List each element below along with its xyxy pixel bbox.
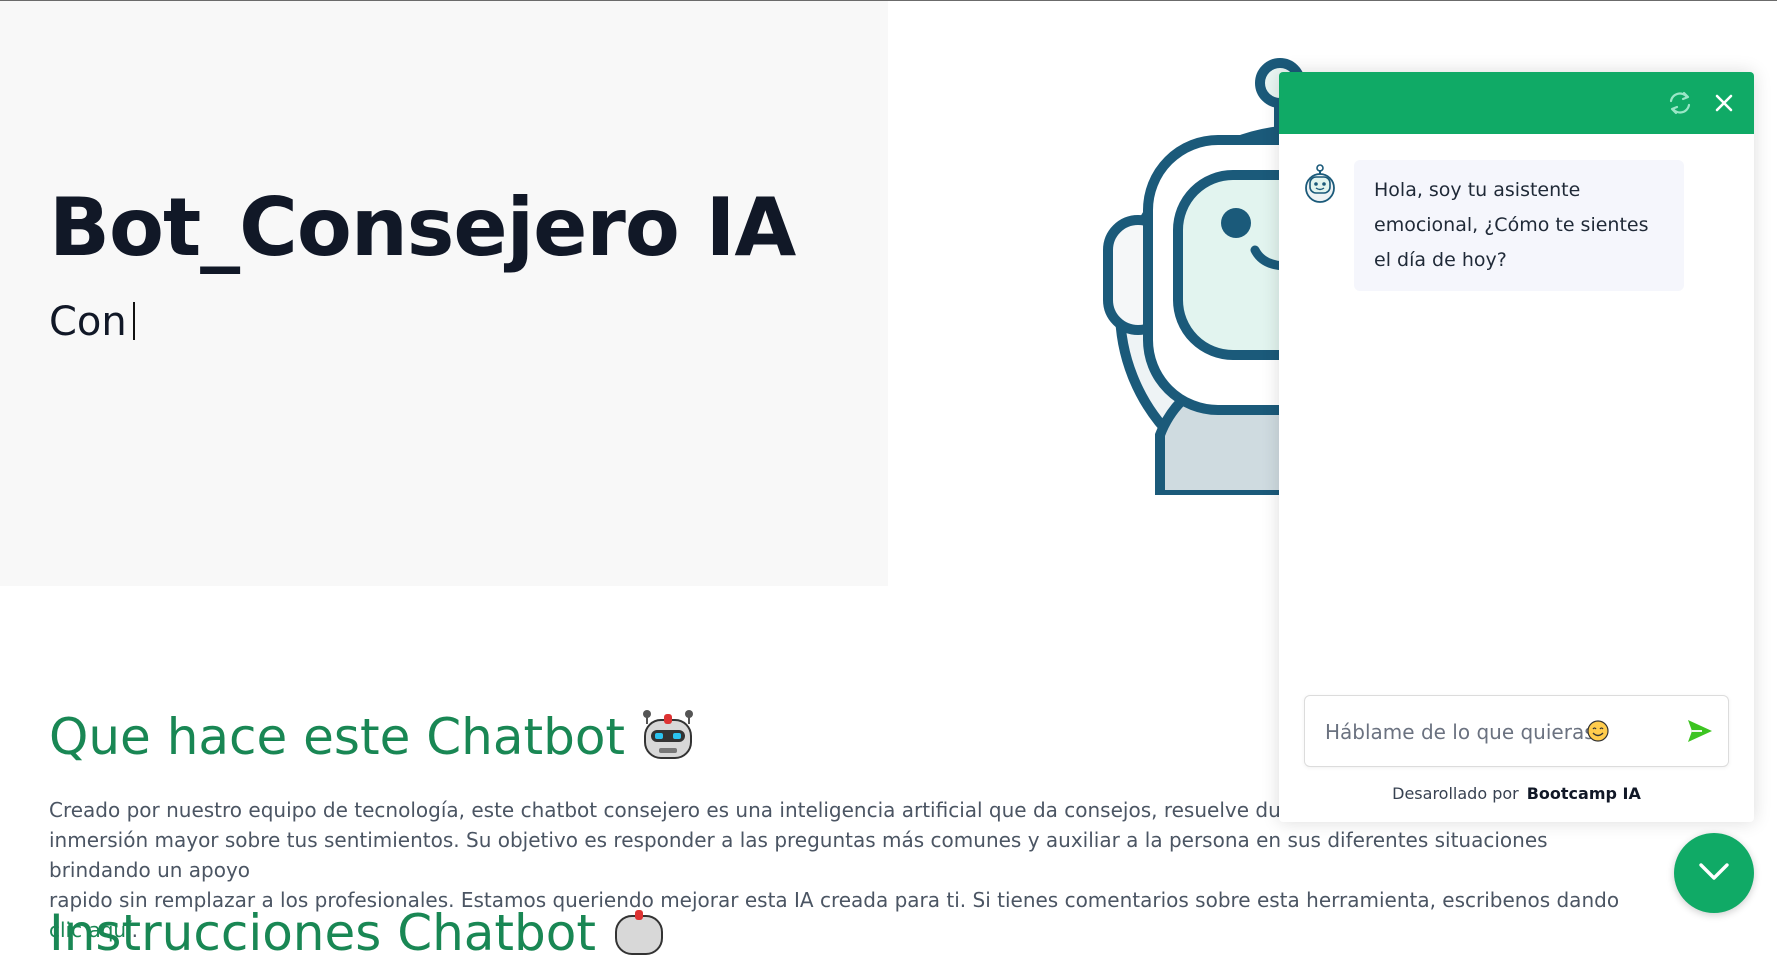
close-icon[interactable] xyxy=(1710,89,1738,117)
description-line-1: Creado por nuestro equipo de tecnología,… xyxy=(49,798,1391,822)
hero-left-panel: Bot_Consejero IA Con xyxy=(0,1,888,586)
section-title-what-text: Que hace este Chatbot xyxy=(49,708,626,766)
typed-subtitle: Con xyxy=(49,299,135,345)
section-title-instructions: Instrucciones Chatbot xyxy=(49,898,668,962)
bot-message: Hola, soy tu asistente emocional, ¿Cómo … xyxy=(1354,160,1684,291)
robot-icon xyxy=(614,910,663,955)
description-line-2: inmersión mayor sobre tus sentimientos. … xyxy=(49,828,1548,882)
smile-emoji-icon xyxy=(1587,720,1609,742)
section-title-what: Que hace este Chatbot xyxy=(49,702,697,766)
chat-widget: Hola, soy tu asistente emocional, ¿Cómo … xyxy=(1279,72,1754,822)
chat-footer-credit: Desarollado por Bootcamp IA xyxy=(1279,784,1754,803)
footer-brand[interactable]: Bootcamp IA xyxy=(1527,784,1641,803)
page-title: Bot_Consejero IA xyxy=(49,181,796,274)
bot-avatar-icon xyxy=(1305,164,1335,203)
typed-text: Con xyxy=(49,299,127,345)
send-icon[interactable] xyxy=(1686,718,1714,744)
chat-input[interactable] xyxy=(1323,696,1667,768)
chat-header xyxy=(1279,72,1754,134)
section-title-instructions-text: Instrucciones Chatbot xyxy=(49,904,596,962)
chevron-down-icon xyxy=(1699,863,1729,880)
chat-toggle-button[interactable] xyxy=(1674,833,1754,913)
refresh-icon[interactable] xyxy=(1666,89,1694,117)
chat-input-container xyxy=(1304,695,1729,768)
typing-caret xyxy=(132,302,135,340)
robot-icon xyxy=(643,710,694,759)
footer-prefix: Desarollado por xyxy=(1392,784,1519,803)
